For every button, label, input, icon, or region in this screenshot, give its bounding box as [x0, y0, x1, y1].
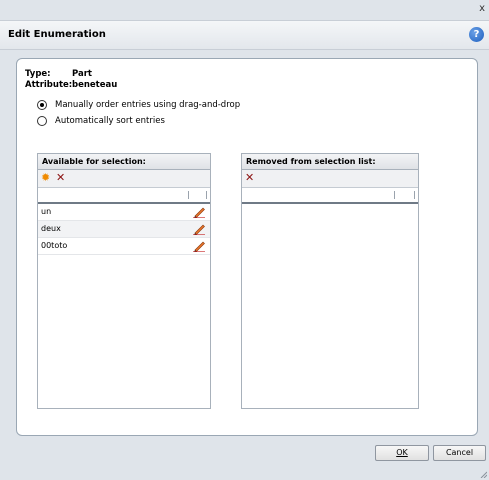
pencil-icon[interactable] [192, 223, 206, 235]
type-row: Type: Part [25, 69, 92, 79]
attribute-label: Attribute: [25, 80, 73, 90]
available-list-box: Available for selection: ✹ ✕ un deux 00tot… [37, 153, 211, 409]
available-toolbar: ✹ ✕ [38, 170, 210, 188]
enumeration-panel: Type: Part Attribute:beneteau Manually or… [16, 58, 478, 436]
removed-filter-row[interactable] [242, 188, 418, 204]
available-filter-row[interactable] [38, 188, 210, 204]
gear-icon[interactable]: ✹ [41, 172, 50, 184]
removed-list-header: Removed from selection list: [242, 154, 418, 170]
list-item-label: 00toto [41, 241, 68, 250]
ok-button-label: OK [396, 448, 408, 457]
type-value: Part [72, 69, 92, 79]
ok-button[interactable]: OK [375, 445, 429, 461]
attribute-row: Attribute:beneteau [25, 80, 117, 90]
cancel-button[interactable]: Cancel [433, 445, 486, 461]
removed-list-box: Removed from selection list: ✕ [241, 153, 419, 409]
resize-grip-icon[interactable] [479, 470, 487, 478]
list-item[interactable]: deux [38, 221, 210, 238]
dialog-title: Edit Enumeration [8, 29, 106, 40]
manual-order-option[interactable]: Manually order entries using drag-and-dr… [37, 100, 240, 110]
delete-icon[interactable]: ✕ [245, 172, 254, 184]
list-item[interactable]: 00toto [38, 238, 210, 255]
attribute-value: beneteau [72, 80, 118, 90]
close-icon[interactable]: x [479, 3, 485, 14]
help-icon[interactable]: ? [469, 27, 484, 42]
auto-sort-radio[interactable] [37, 116, 47, 126]
list-item-label: un [41, 207, 52, 216]
type-label: Type: [25, 69, 51, 79]
list-item-label: deux [41, 224, 61, 233]
removed-toolbar: ✕ [242, 170, 418, 188]
list-item[interactable]: un [38, 204, 210, 221]
pencil-icon[interactable] [192, 206, 206, 218]
manual-order-radio[interactable] [37, 100, 47, 110]
manual-order-label: Manually order entries using drag-and-dr… [55, 100, 241, 110]
auto-sort-label: Automatically sort entries [55, 116, 165, 126]
available-list-header: Available for selection: [38, 154, 210, 170]
delete-icon[interactable]: ✕ [56, 172, 65, 184]
window-titlebar: x [0, 0, 489, 20]
pencil-icon[interactable] [192, 240, 206, 252]
auto-sort-option[interactable]: Automatically sort entries [37, 116, 165, 126]
dialog-header: Edit Enumeration ? [0, 20, 489, 50]
available-entries: un deux 00toto [38, 204, 210, 255]
